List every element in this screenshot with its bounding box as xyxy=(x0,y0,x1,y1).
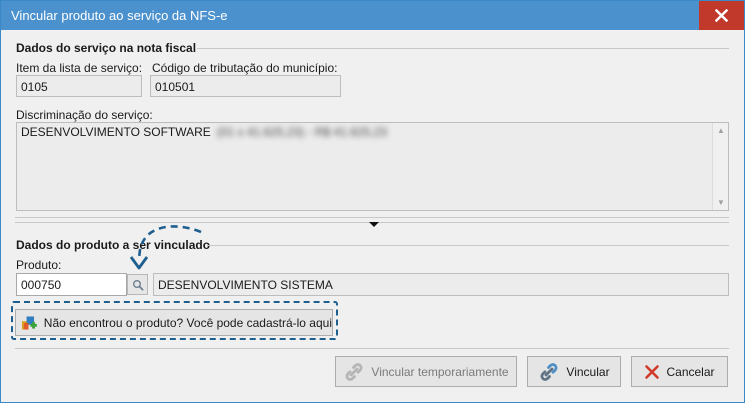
vincular-temporariamente-label: Vincular temporariamente xyxy=(371,364,509,379)
discriminacao-scrollbar[interactable]: ▲ ▼ xyxy=(712,123,728,210)
discriminacao-value: DESENVOLVIMENTO SOFTWARE xyxy=(21,125,211,139)
title-bar: Vincular produto ao serviço da NFS-e xyxy=(1,1,744,30)
produto-description-value: DESENVOLVIMENTO SISTEMA xyxy=(158,278,333,292)
cancelar-label: Cancelar xyxy=(666,364,715,379)
vincular-temporariamente-button[interactable]: Vincular temporariamente xyxy=(335,356,517,387)
cancelar-button[interactable]: Cancelar xyxy=(631,356,728,387)
vincular-button[interactable]: Vincular xyxy=(527,356,621,387)
scroll-up-icon[interactable]: ▲ xyxy=(717,126,725,135)
close-button[interactable] xyxy=(699,1,744,30)
link-icon xyxy=(540,362,558,381)
produto-code-input[interactable]: 000750 xyxy=(16,273,127,296)
codigo-tributacao-field[interactable]: 010501 xyxy=(150,75,341,97)
link-icon xyxy=(345,362,363,381)
panel-splitter[interactable] xyxy=(15,217,729,227)
produto-description-field: DESENVOLVIMENTO SISTEMA xyxy=(153,273,729,296)
servico-section-divider xyxy=(197,48,729,49)
produto-label: Produto: xyxy=(16,258,62,272)
produto-section-divider xyxy=(207,245,729,246)
codigo-tributacao-value: 010501 xyxy=(155,80,196,94)
search-icon xyxy=(132,279,143,290)
discriminacao-blurred-value: (01 x 41.625,23) - R$ 41.625,23 xyxy=(216,125,387,139)
produto-section-title: Dados do produto a ser vinculado xyxy=(16,238,211,252)
item-lista-label: Item da lista de serviço: xyxy=(16,61,143,75)
splitter-arrow-icon[interactable] xyxy=(369,222,379,227)
item-lista-value: 0105 xyxy=(21,80,48,94)
dialog-window: Vincular produto ao serviço da NFS-e Dad… xyxy=(0,0,745,403)
discriminacao-label: Discriminação do serviço: xyxy=(16,108,153,122)
item-lista-field[interactable]: 0105 xyxy=(16,75,142,97)
codigo-tributacao-label: Código de tributação do município: xyxy=(152,61,338,75)
servico-section-title: Dados do serviço na nota fiscal xyxy=(16,41,197,55)
close-icon xyxy=(715,9,728,22)
footer-divider xyxy=(15,348,729,349)
produto-code-value: 000750 xyxy=(21,278,62,292)
add-product-icon xyxy=(21,315,37,330)
produto-lookup-button[interactable] xyxy=(127,274,148,295)
scroll-down-icon[interactable]: ▼ xyxy=(717,198,725,207)
cadastrar-produto-label: Não encontrou o produto? Você pode cadas… xyxy=(43,315,332,330)
window-title: Vincular produto ao serviço da NFS-e xyxy=(11,8,228,23)
cadastrar-produto-button[interactable]: Não encontrou o produto? Você pode cadas… xyxy=(15,309,333,336)
vincular-label: Vincular xyxy=(566,364,610,379)
cancel-x-icon xyxy=(645,364,660,379)
discriminacao-textarea[interactable]: DESENVOLVIMENTO SOFTWARE (01 x 41.625,23)… xyxy=(16,122,729,211)
